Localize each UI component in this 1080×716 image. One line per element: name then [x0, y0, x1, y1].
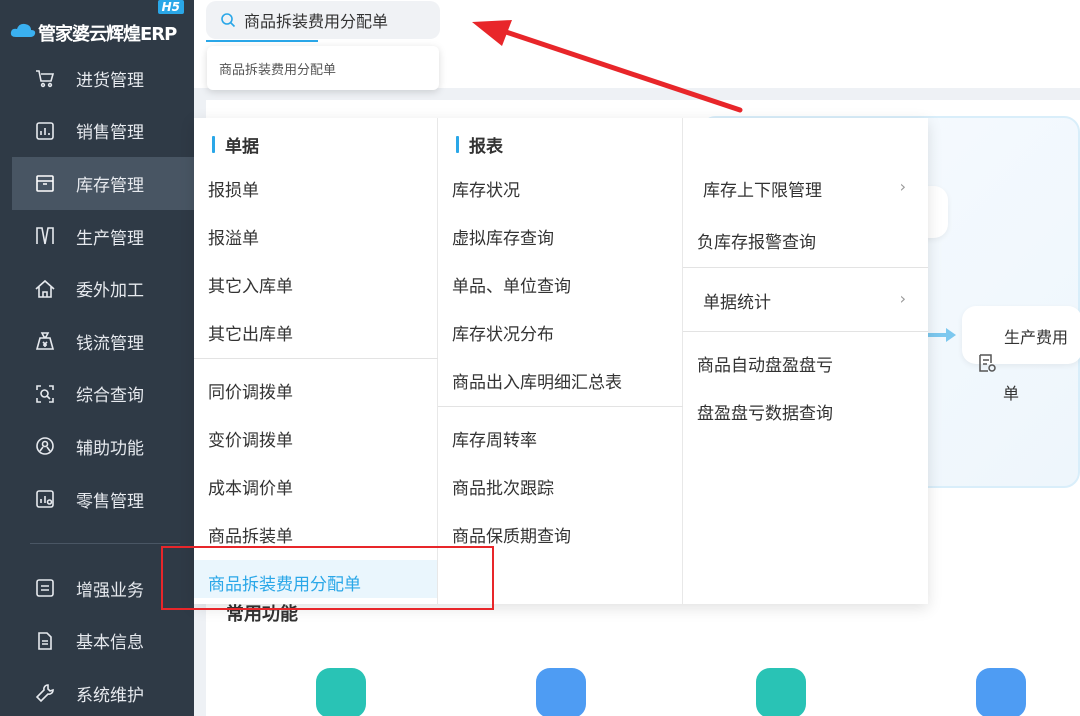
sidebar-item-query[interactable]: 综合查询	[0, 368, 194, 421]
section-title-documents: 单据	[212, 132, 259, 157]
menu-item-other-out[interactable]: 其它出库单	[208, 320, 293, 345]
document-icon	[979, 354, 996, 372]
menu-item-negative-stock[interactable]: 负库存报警查询	[697, 228, 816, 253]
menu-item-other-in[interactable]: 其它入库单	[208, 272, 293, 297]
production-icon	[34, 225, 56, 247]
sidebar-item-label: 委外加工	[76, 281, 144, 302]
search-input[interactable]	[244, 10, 434, 30]
menu-item-overflow[interactable]: 报溢单	[208, 224, 259, 249]
sidebar-item-production[interactable]: 生产管理	[0, 210, 194, 263]
sidebar-item-label: 增强业务	[76, 580, 144, 601]
inventory-mega-menu: 单据 报损单 报溢单 其它入库单 其它出库单 同价调拨单 变价调拨单 成本调价单…	[194, 118, 928, 604]
menu-item-diff-price-transfer[interactable]: 变价调拨单	[208, 426, 293, 451]
menu-column-documents: 单据 报损单 报溢单 其它入库单 其它出库单 同价调拨单 变价调拨单 成本调价单…	[194, 118, 438, 604]
menu-item-loss[interactable]: 报损单	[208, 176, 259, 201]
menu-item-shelf-life[interactable]: 商品保质期查询	[452, 522, 571, 547]
maintenance-icon	[34, 682, 56, 704]
cloud-logo-icon	[10, 23, 36, 37]
red-arrow-annotation	[472, 20, 743, 113]
menu-item-stock-distribution[interactable]: 库存状况分布	[452, 320, 554, 345]
sidebar-item-basic-info[interactable]: 基本信息	[0, 615, 194, 668]
menu-item-stock-status[interactable]: 库存状况	[452, 176, 520, 201]
sidebar-item-label: 进货管理	[76, 70, 144, 91]
scan-search-icon	[34, 383, 56, 405]
sidebar-item-cashflow[interactable]: 钱流管理	[0, 315, 194, 368]
sidebar-item-label: 辅助功能	[76, 438, 144, 459]
sidebar-item-maintenance[interactable]: 系统维护	[0, 667, 194, 716]
sidebar-item-outsourcing[interactable]: 委外加工	[0, 262, 194, 315]
sidebar-item-label: 钱流管理	[76, 333, 144, 354]
enhance-icon	[34, 577, 56, 599]
menu-item-disassembly[interactable]: 商品拆装单	[208, 522, 293, 547]
menu-item-turnover[interactable]: 库存周转率	[452, 426, 537, 451]
highlight-box-annotation	[161, 546, 494, 610]
menu-item-unit-query[interactable]: 单品、单位查询	[452, 272, 571, 297]
search-underline	[206, 40, 318, 42]
menu-item-same-price-transfer[interactable]: 同价调拨单	[208, 378, 293, 403]
flow-node-label-2: 单	[1003, 384, 1020, 403]
sidebar-item-label: 基本信息	[76, 633, 144, 654]
quick-action-3[interactable]	[756, 668, 806, 716]
sidebar-item-label: 生产管理	[76, 228, 144, 249]
menu-item-inout-summary[interactable]: 商品出入库明细汇总表	[452, 368, 622, 393]
menu-divider	[683, 267, 928, 268]
sidebar-item-assist[interactable]: 辅助功能	[0, 420, 194, 473]
sidebar-item-label: 系统维护	[76, 685, 144, 706]
menu-item-stocktake-query[interactable]: 盘盈盘亏数据查询	[697, 399, 833, 424]
quick-action-4[interactable]	[976, 668, 1026, 716]
chevron-right-icon: ›	[899, 289, 906, 308]
sidebar-item-label: 销售管理	[76, 123, 144, 144]
cart-icon	[34, 67, 56, 89]
sidebar-item-inventory[interactable]: 库存管理	[12, 157, 194, 210]
flow-arrow-icon	[926, 328, 956, 342]
sidebar-nav: 进货管理 销售管理 库存管理 生产管理 委外加工 钱流管理 综合查询 辅助功能	[0, 52, 194, 525]
menu-item-virtual-stock[interactable]: 虚拟库存查询	[452, 224, 554, 249]
sidebar-item-label: 综合查询	[76, 386, 144, 407]
sidebar-item-sales[interactable]: 销售管理	[0, 105, 194, 158]
money-bag-icon	[34, 330, 56, 352]
sidebar-divider	[30, 543, 180, 544]
menu-divider	[438, 406, 683, 407]
h5-badge: H5	[157, 0, 184, 14]
box-icon	[34, 172, 56, 194]
menu-divider	[683, 331, 928, 332]
sales-chart-icon	[34, 120, 56, 142]
sidebar-item-label: 库存管理	[76, 175, 144, 196]
section-title-reports: 报表	[456, 132, 503, 157]
search-box[interactable]	[206, 1, 440, 39]
menu-item-stock-limits[interactable]: 库存上下限管理	[703, 176, 822, 201]
menu-column-extra: 库存上下限管理 › 负库存报警查询 单据统计 › 商品自动盘盈盘亏 盘盈盘亏数据…	[683, 118, 928, 604]
sidebar-item-retail[interactable]: 零售管理	[0, 473, 194, 526]
retail-icon	[34, 488, 56, 510]
document-icon	[34, 630, 56, 652]
sidebar-item-purchase[interactable]: 进货管理	[0, 52, 194, 105]
quick-action-1[interactable]	[316, 668, 366, 716]
menu-item-cost-adjust[interactable]: 成本调价单	[208, 474, 293, 499]
search-suggestion-item[interactable]: 商品拆装费用分配单	[207, 46, 439, 90]
assist-icon	[34, 435, 56, 457]
menu-column-reports: 报表 库存状况 虚拟库存查询 单品、单位查询 库存状况分布 商品出入库明细汇总表…	[438, 118, 683, 604]
menu-item-auto-stocktake[interactable]: 商品自动盘盈盘亏	[697, 351, 833, 376]
flow-node-label: 生产费用	[1004, 328, 1069, 347]
brand-name: 管家婆云辉煌ERP	[38, 24, 177, 45]
chevron-right-icon: ›	[899, 177, 906, 196]
menu-divider	[194, 358, 438, 359]
home-icon	[34, 278, 56, 300]
search-icon	[221, 13, 236, 28]
quick-action-2[interactable]	[536, 668, 586, 716]
brand-logo[interactable]: 管家婆云辉煌ERP H5	[8, 0, 188, 50]
menu-item-batch-tracking[interactable]: 商品批次跟踪	[452, 474, 554, 499]
menu-item-document-stats[interactable]: 单据统计	[703, 288, 771, 313]
sidebar-item-label: 零售管理	[76, 491, 144, 512]
